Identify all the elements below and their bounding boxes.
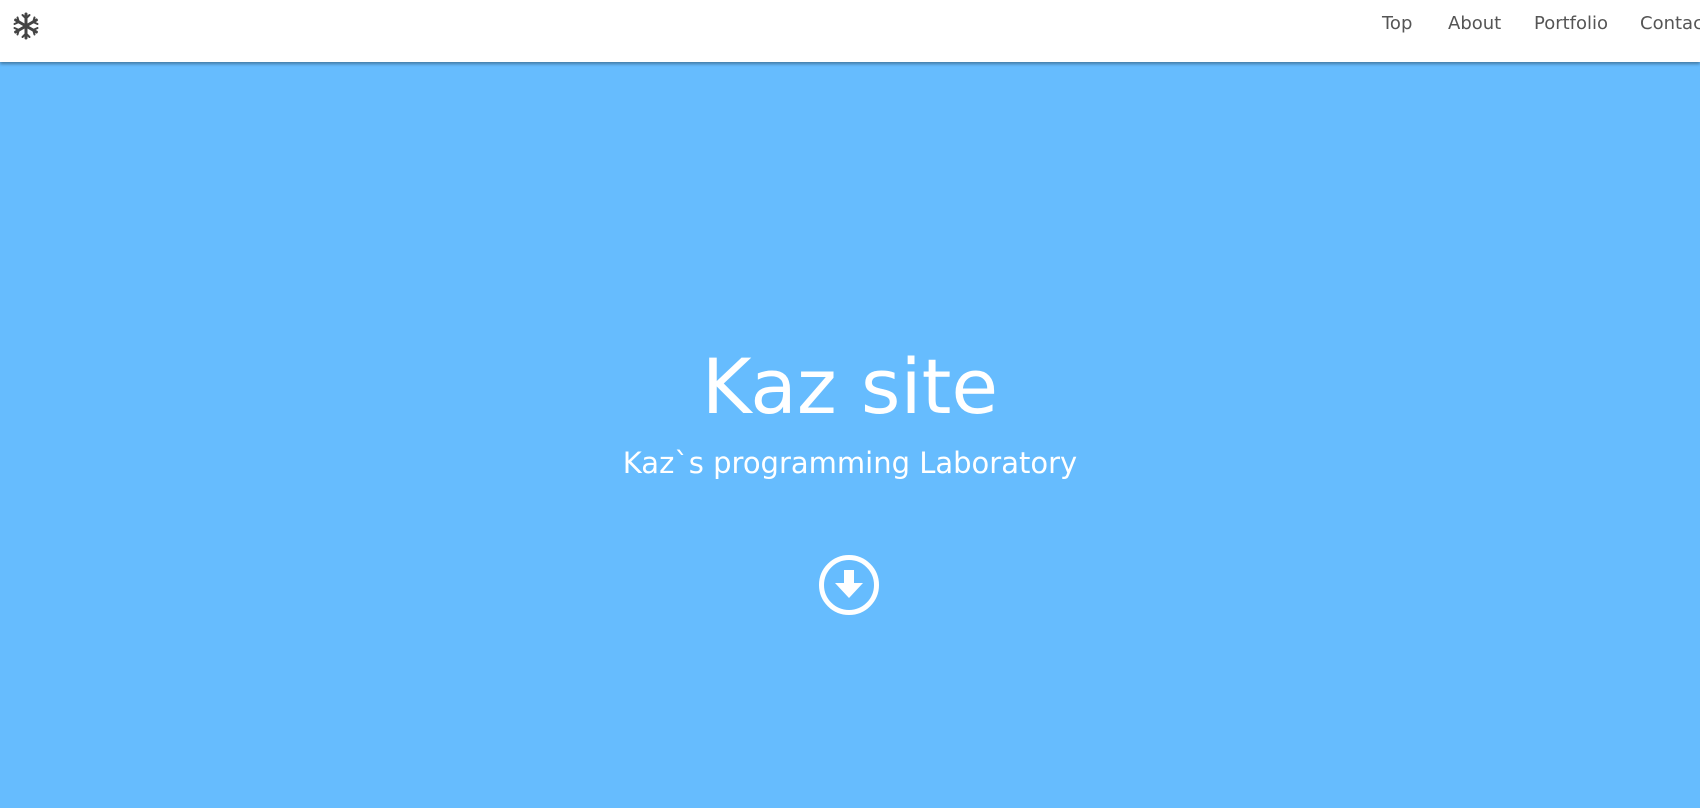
nav-link-top[interactable]: Top: [1382, 13, 1412, 35]
nav-link-about[interactable]: About: [1448, 13, 1501, 35]
nav-link-contact[interactable]: Contac: [1640, 13, 1700, 35]
hero-section: Kaz site Kaz`s programming Laboratory: [0, 62, 1700, 808]
arrow-circle-down-icon: [819, 555, 879, 615]
hero-title: Kaz site: [701, 342, 999, 431]
hero-subtitle: Kaz`s programming Laboratory: [622, 446, 1078, 480]
navbar: Top About Portfolio Contac: [0, 0, 1700, 62]
scroll-down-button[interactable]: [818, 554, 880, 616]
nav-links: Top About Portfolio Contac: [0, 0, 1700, 62]
nav-link-portfolio[interactable]: Portfolio: [1534, 13, 1608, 35]
